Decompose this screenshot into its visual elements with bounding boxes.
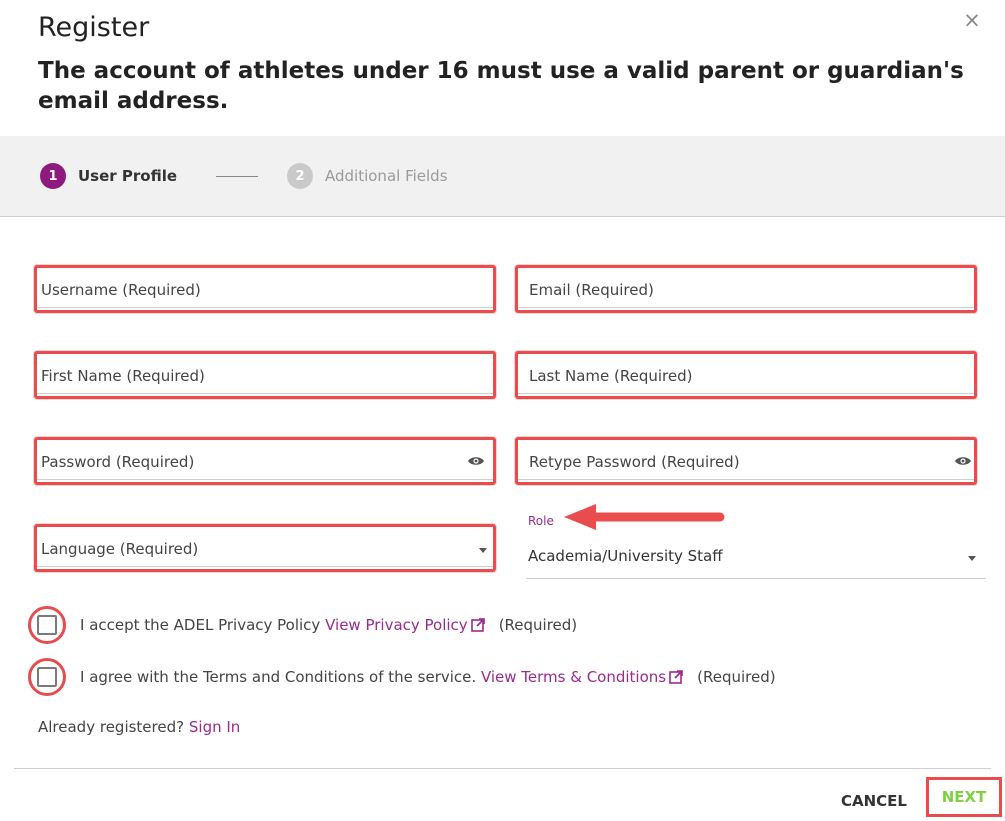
username-placeholder: Username (Required)	[41, 281, 201, 299]
privacy-text: I accept the ADEL Privacy Policy	[80, 616, 321, 634]
last-name-field[interactable]: Last Name (Required)	[515, 351, 977, 399]
terms-text: I agree with the Terms and Conditions of…	[80, 668, 477, 686]
signin-link[interactable]: Sign In	[189, 718, 240, 736]
step-label: User Profile	[78, 167, 178, 185]
role-value: Academia/University Staff	[528, 547, 723, 565]
checkbox-box	[37, 615, 57, 635]
privacy-checkbox[interactable]	[28, 606, 66, 644]
username-field[interactable]: Username (Required)	[34, 265, 496, 313]
first-name-field[interactable]: First Name (Required)	[34, 351, 496, 399]
next-button[interactable]: NEXT	[926, 777, 1002, 817]
chevron-down-icon	[968, 556, 976, 561]
privacy-consent-row: I accept the ADEL Privacy Policy View Pr…	[28, 606, 577, 644]
checkbox-box	[37, 667, 57, 687]
step-number: 2	[287, 163, 313, 189]
field-underline	[37, 479, 493, 480]
retype-password-placeholder: Retype Password (Required)	[529, 453, 740, 471]
chevron-down-icon	[479, 548, 487, 553]
step-number: 1	[40, 163, 66, 189]
password-placeholder: Password (Required)	[41, 453, 195, 471]
step-user-profile: 1 User Profile	[40, 163, 177, 189]
field-underline	[518, 393, 974, 394]
dialog-subtitle: The account of athletes under 16 must us…	[38, 58, 964, 114]
retype-password-field[interactable]: Retype Password (Required)	[515, 437, 977, 485]
role-label: Role	[528, 514, 554, 528]
close-icon[interactable]: ×	[960, 8, 984, 32]
terms-conditions-link[interactable]: View Terms & Conditions	[481, 668, 666, 686]
arrow-icon	[564, 504, 725, 530]
password-field[interactable]: Password (Required)	[34, 437, 496, 485]
privacy-consent-label: I accept the ADEL Privacy Policy View Pr…	[80, 616, 577, 634]
role-select[interactable]: Academia/University Staff	[526, 536, 986, 579]
terms-consent-row: I agree with the Terms and Conditions of…	[28, 658, 776, 696]
eye-icon[interactable]	[954, 455, 972, 467]
step-connector	[216, 176, 258, 177]
external-link-icon[interactable]	[470, 618, 485, 632]
footer-divider	[14, 768, 991, 769]
field-underline	[37, 566, 493, 567]
email-field[interactable]: Email (Required)	[515, 265, 977, 313]
signin-prompt: Already registered?	[38, 718, 185, 736]
cancel-button[interactable]: CANCEL	[832, 788, 916, 814]
signin-row: Already registered? Sign In	[38, 718, 240, 736]
register-dialog: Register × The account of athletes under…	[0, 0, 1005, 821]
terms-consent-label: I agree with the Terms and Conditions of…	[80, 668, 776, 686]
privacy-required: (Required)	[498, 616, 578, 634]
stepper: 1 User Profile 2 Additional Fields	[0, 136, 1005, 217]
first-name-placeholder: First Name (Required)	[41, 367, 205, 385]
step-label: Additional Fields	[325, 167, 448, 185]
field-underline	[37, 393, 493, 394]
terms-checkbox[interactable]	[28, 658, 66, 696]
eye-icon[interactable]	[467, 455, 485, 467]
language-select[interactable]: Language (Required)	[34, 524, 496, 572]
terms-required: (Required)	[697, 668, 776, 686]
field-underline	[518, 479, 974, 480]
external-link-icon[interactable]	[669, 670, 683, 684]
field-underline	[37, 307, 493, 308]
privacy-policy-link[interactable]: View Privacy Policy	[325, 616, 468, 634]
last-name-placeholder: Last Name (Required)	[529, 367, 693, 385]
dialog-title: Register	[38, 12, 150, 43]
field-underline	[518, 307, 974, 308]
email-placeholder: Email (Required)	[529, 281, 654, 299]
step-additional-fields: 2 Additional Fields	[287, 163, 448, 189]
language-placeholder: Language (Required)	[41, 540, 199, 558]
